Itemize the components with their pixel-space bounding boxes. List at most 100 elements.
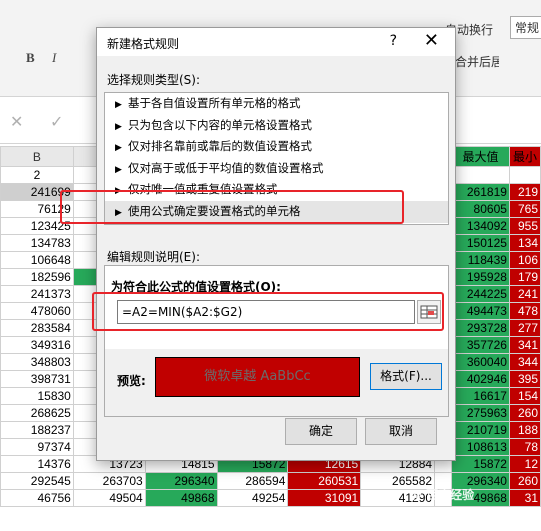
- triangle-right-icon: ▶: [115, 207, 122, 218]
- table-cell[interactable]: 134092: [451, 217, 510, 235]
- table-cell[interactable]: 261819: [451, 183, 510, 201]
- cancel-button[interactable]: 取消: [365, 418, 437, 445]
- table-cell[interactable]: [508, 166, 541, 184]
- table-cell[interactable]: 286594: [216, 472, 289, 490]
- table-cell[interactable]: 76129: [0, 200, 74, 218]
- triangle-right-icon: ▶: [115, 186, 122, 197]
- table-cell[interactable]: 244225: [451, 285, 510, 303]
- table-cell[interactable]: 260531: [287, 472, 362, 490]
- table-cell[interactable]: 478: [508, 302, 541, 320]
- table-cell[interactable]: 494473: [451, 302, 510, 320]
- format-button[interactable]: 格式(F)...: [370, 363, 442, 390]
- table-cell[interactable]: 97374: [0, 438, 74, 456]
- rule-type-item[interactable]: ▶ 基于各自值设置所有单元格的格式: [105, 93, 448, 115]
- close-button[interactable]: ✕: [424, 30, 439, 51]
- help-button[interactable]: ?: [390, 33, 397, 49]
- table-cell[interactable]: 344: [508, 353, 541, 371]
- collapse-dialog-button[interactable]: [417, 300, 441, 324]
- table-cell[interactable]: 106: [508, 251, 541, 269]
- watermark: @ 百度经验: [410, 488, 475, 502]
- rule-type-item[interactable]: ▶ 使用公式确定要设置格式的单元格: [105, 200, 448, 223]
- table-cell[interactable]: 275963: [451, 404, 510, 422]
- table-cell[interactable]: 123425: [0, 217, 74, 235]
- table-cell[interactable]: 263703: [72, 472, 146, 490]
- table-cell[interactable]: 402946: [451, 370, 510, 388]
- triangle-right-icon: ▶: [115, 121, 122, 132]
- check-icon[interactable]: ✓: [50, 112, 63, 131]
- triangle-right-icon: ▶: [115, 143, 122, 154]
- preview-label: 预览:: [117, 374, 146, 388]
- column-header-min[interactable]: 最小: [508, 146, 541, 167]
- table-cell[interactable]: 478060: [0, 302, 74, 320]
- rule-type-item[interactable]: ▶ 仅对排名靠前或靠后的数值设置格式: [105, 136, 448, 158]
- rule-type-item[interactable]: ▶ 仅对唯一值或重复值设置格式: [105, 179, 448, 201]
- table-cell[interactable]: 106648: [0, 251, 74, 269]
- bold-button[interactable]: B: [26, 50, 35, 66]
- table-cell[interactable]: 15872: [451, 455, 510, 473]
- table-cell[interactable]: 341: [508, 336, 541, 354]
- table-cell[interactable]: 154: [508, 387, 541, 405]
- rule-type-list[interactable]: ▶ 基于各自值设置所有单元格的格式 ▶ 只为包含以下内容的单元格设置格式 ▶ 仅对排名靠前…: [104, 92, 449, 225]
- table-cell[interactable]: 955: [508, 217, 541, 235]
- dialog-titlebar: 新建格式规则 ? ✕: [97, 28, 455, 56]
- table-cell[interactable]: 395: [508, 370, 541, 388]
- table-cell[interactable]: 765: [508, 200, 541, 218]
- rule-type-label: 仅对唯一值或重复值设置格式: [128, 182, 278, 197]
- table-cell[interactable]: 134: [508, 234, 541, 252]
- rule-type-label: 基于各自值设置所有单元格的格式: [128, 96, 301, 110]
- table-cell[interactable]: 31091: [287, 489, 362, 507]
- table-cell[interactable]: 296340: [144, 472, 218, 490]
- table-cell[interactable]: 49254: [216, 489, 289, 507]
- merge-center-button[interactable]: 合并后居中: [450, 50, 500, 73]
- table-cell[interactable]: 241: [508, 285, 541, 303]
- column-header-max[interactable]: 最大值: [451, 146, 510, 167]
- table-cell[interactable]: 360040: [451, 353, 510, 371]
- number-format-select[interactable]: 常规: [510, 16, 541, 39]
- table-cell[interactable]: 49504: [72, 489, 146, 507]
- table-cell[interactable]: 349316: [0, 336, 74, 354]
- ok-button[interactable]: 确定: [285, 418, 357, 445]
- table-cell[interactable]: 188237: [0, 421, 74, 439]
- table-cell[interactable]: 195928: [451, 268, 510, 286]
- table-cell[interactable]: 16617: [451, 387, 510, 405]
- rule-type-item[interactable]: ▶ 仅对高于或低于平均值的数值设置格式: [105, 158, 448, 180]
- column-header-b[interactable]: B: [0, 146, 74, 167]
- close-icon[interactable]: ✕: [10, 112, 23, 131]
- table-cell[interactable]: 219: [508, 183, 541, 201]
- table-cell[interactable]: 12: [508, 455, 541, 473]
- formula-input[interactable]: [117, 300, 415, 324]
- table-cell[interactable]: 268625: [0, 404, 74, 422]
- table-cell[interactable]: 241373: [0, 285, 74, 303]
- table-cell[interactable]: 292545: [0, 472, 74, 490]
- table-cell[interactable]: 241699: [0, 183, 74, 201]
- table-cell[interactable]: 14376: [0, 455, 74, 473]
- table-cell[interactable]: 188: [508, 421, 541, 439]
- table-cell[interactable]: 260: [508, 472, 541, 490]
- table-cell[interactable]: 293728: [451, 319, 510, 337]
- table-cell[interactable]: 179: [508, 268, 541, 286]
- rule-type-item[interactable]: ▶ 只为包含以下内容的单元格设置格式: [105, 115, 448, 137]
- table-cell[interactable]: 283584: [0, 319, 74, 337]
- dialog-title: 新建格式规则: [107, 37, 180, 51]
- table-cell[interactable]: 108613: [451, 438, 510, 456]
- table-cell[interactable]: 398731: [0, 370, 74, 388]
- table-cell[interactable]: 15830: [0, 387, 74, 405]
- table-cell[interactable]: 357726: [451, 336, 510, 354]
- table-cell[interactable]: 210719: [451, 421, 510, 439]
- rule-type-label: 仅对高于或低于平均值的数值设置格式: [128, 160, 324, 175]
- table-cell[interactable]: 49868: [144, 489, 218, 507]
- table-cell[interactable]: 134783: [0, 234, 74, 252]
- table-cell[interactable]: 78: [508, 438, 541, 456]
- table-cell[interactable]: 260: [508, 404, 541, 422]
- table-cell[interactable]: 150125: [451, 234, 510, 252]
- table-cell[interactable]: 46756: [0, 489, 74, 507]
- table-cell[interactable]: 118439: [451, 251, 510, 269]
- table-cell[interactable]: 182596: [0, 268, 74, 286]
- table-cell[interactable]: 348803: [0, 353, 74, 371]
- table-cell[interactable]: 31: [508, 489, 541, 507]
- table-cell[interactable]: 2: [0, 166, 74, 184]
- table-cell[interactable]: [451, 166, 510, 184]
- table-cell[interactable]: 80605: [451, 200, 510, 218]
- table-cell[interactable]: 277: [508, 319, 541, 337]
- italic-button[interactable]: I: [52, 50, 56, 66]
